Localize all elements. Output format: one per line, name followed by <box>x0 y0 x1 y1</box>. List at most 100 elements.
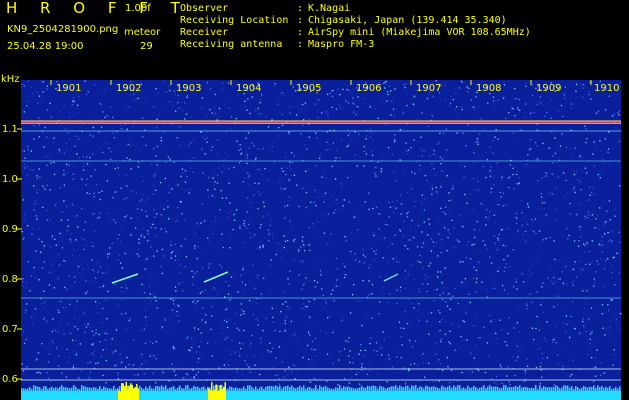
power-spike <box>515 385 517 391</box>
power-spike <box>555 385 557 391</box>
power-spike <box>403 387 405 391</box>
power-spike <box>119 385 121 391</box>
power-spike <box>43 386 45 391</box>
power-spike <box>173 386 175 391</box>
y-axis-unit: kHz <box>1 74 20 85</box>
power-spike <box>401 386 403 391</box>
power-spike <box>373 385 375 391</box>
power-spike <box>559 388 561 391</box>
power-spike <box>69 388 71 391</box>
power-spike <box>77 388 79 391</box>
power-spike <box>149 385 151 391</box>
meteor-echo <box>111 273 139 284</box>
power-spike <box>65 387 67 391</box>
power-spike <box>527 387 529 391</box>
power-spike <box>595 388 597 391</box>
power-spike <box>447 386 449 391</box>
power-spike <box>615 386 617 391</box>
power-spike <box>251 386 253 391</box>
power-spike <box>505 385 507 391</box>
power-spike <box>279 385 281 391</box>
power-spike <box>283 386 285 391</box>
power-burst <box>215 384 217 400</box>
power-spike <box>549 387 551 391</box>
power-spike <box>481 387 483 391</box>
power-spike <box>147 388 149 391</box>
power-spike <box>613 388 615 391</box>
power-spike <box>309 386 311 391</box>
power-spike <box>399 385 401 391</box>
power-spike <box>287 385 289 391</box>
power-spike <box>193 385 195 391</box>
power-spike <box>285 386 287 391</box>
power-spike <box>459 385 461 391</box>
power-spike <box>239 388 241 391</box>
x-tick-label: 1901 <box>56 83 82 94</box>
power-spike <box>297 387 299 391</box>
power-spike <box>619 386 621 391</box>
power-spike <box>187 385 189 391</box>
power-spike <box>551 387 553 391</box>
power-spike <box>103 386 105 391</box>
power-spike <box>571 386 573 391</box>
power-spike <box>469 387 471 391</box>
power-spike <box>357 388 359 391</box>
power-spike <box>303 385 305 391</box>
power-spike <box>291 385 293 391</box>
power-spike <box>529 388 531 391</box>
power-spike <box>441 385 443 391</box>
power-spike <box>199 388 201 391</box>
power-spike <box>335 387 337 391</box>
power-spike <box>63 387 65 391</box>
power-spike <box>501 387 503 391</box>
power-spike <box>145 386 147 391</box>
power-spike <box>299 385 301 391</box>
noise-speckle-layer <box>21 80 622 386</box>
power-spike <box>315 385 317 391</box>
power-spike <box>421 386 423 391</box>
power-spike <box>79 388 81 391</box>
power-spike <box>445 387 447 391</box>
power-spike <box>313 388 315 391</box>
power-burst <box>128 385 130 400</box>
power-spike <box>455 387 457 391</box>
power-spike <box>269 385 271 391</box>
power-spike <box>179 385 181 391</box>
power-spike <box>345 387 347 391</box>
power-spike <box>395 385 397 391</box>
power-spike <box>511 387 513 391</box>
power-spike <box>45 386 47 391</box>
power-spike <box>183 388 185 391</box>
power-spike <box>553 386 555 391</box>
y-tick-label: 0.9 <box>2 224 18 235</box>
power-spike <box>267 386 269 391</box>
power-spike <box>371 385 373 391</box>
power-spike <box>457 385 459 391</box>
power-spike <box>327 387 329 391</box>
power-spike <box>379 385 381 391</box>
power-spike <box>305 388 307 391</box>
power-spike <box>593 385 595 391</box>
meteor-echo <box>203 271 229 283</box>
hrofft-screen: H R O F F T 1.00f KN9_2504281900.png met… <box>0 0 629 400</box>
power-spike <box>513 386 515 391</box>
power-spike <box>485 388 487 391</box>
power-spike <box>461 388 463 391</box>
x-tick-label: 1905 <box>296 83 322 94</box>
power-spike <box>155 385 157 391</box>
x-tick-label: 1904 <box>236 83 262 94</box>
power-spike <box>465 388 467 391</box>
power-spike <box>601 386 603 391</box>
x-tick-label: 1902 <box>116 83 142 94</box>
signal-lines-layer <box>21 120 621 400</box>
power-spike <box>561 387 563 391</box>
power-spike <box>517 386 519 391</box>
power-spike <box>431 386 433 391</box>
power-spike <box>487 386 489 391</box>
power-spike <box>105 387 107 391</box>
power-spike <box>227 388 229 391</box>
power-spike <box>37 386 39 391</box>
power-spike <box>249 385 251 391</box>
power-spike <box>503 385 505 391</box>
power-spike <box>381 386 383 391</box>
